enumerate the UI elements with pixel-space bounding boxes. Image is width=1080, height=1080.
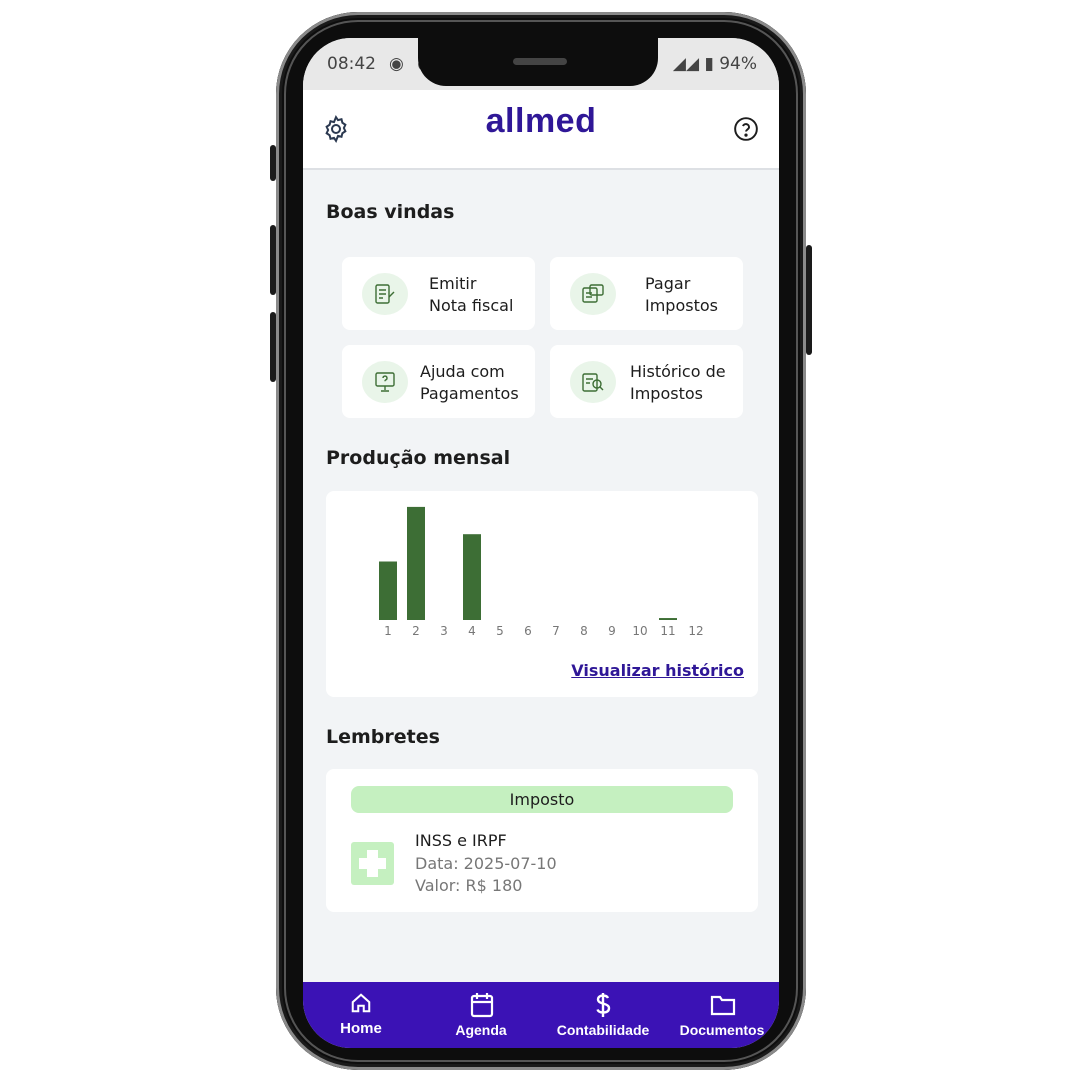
home-icon (351, 993, 371, 1013)
production-bar-chart: 1 2 3 4 5 6 7 8 9 10 11 12 (379, 506, 704, 638)
reminder-value: Valor: R$ 180 (415, 876, 523, 895)
dollar-icon (596, 993, 611, 1017)
invoice-icon (362, 273, 408, 315)
tick-label-12: 12 (688, 624, 703, 638)
tick-label-5: 5 (496, 624, 504, 638)
bar-month-11 (659, 618, 677, 620)
tick-label-4: 4 (468, 624, 476, 638)
nav-home[interactable]: Home (325, 982, 397, 1048)
tick-label-8: 8 (580, 624, 588, 638)
app-logo: allmed (485, 102, 597, 140)
action-label: Ajuda com Pagamentos (420, 362, 519, 403)
bar-month-4 (463, 534, 481, 620)
tick-label-7: 7 (552, 624, 560, 638)
reminder-card[interactable]: Imposto INSS e IRPF Data: 2025-07-10 Val… (326, 769, 758, 912)
app-header: allmed (303, 90, 779, 170)
help-icon[interactable] (733, 116, 759, 142)
tax-history-icon (570, 361, 616, 403)
phone-power-button (806, 245, 812, 355)
screen: 08:42 ◉ ◉ ◢◢ ▮ 94% allmed Boas vindas Em… (303, 38, 779, 1048)
action-label: Histórico de Impostos (630, 362, 726, 403)
status-right-icons: ◢◢ ▮ 94% (672, 54, 757, 74)
phone-side-button (270, 145, 276, 181)
view-history-link[interactable]: Visualizar histórico (571, 661, 744, 680)
action-emitir-nota[interactable]: Emitir Nota fiscal (342, 257, 535, 330)
tick-label-10: 10 (632, 624, 647, 638)
phone-volume-down (270, 312, 276, 382)
bar-month-2 (407, 506, 425, 620)
status-time: 08:42 (327, 54, 376, 74)
reminder-badge: Imposto (351, 786, 733, 813)
folder-icon (710, 995, 736, 1016)
tick-label-6: 6 (524, 624, 532, 638)
reminder-title: INSS e IRPF (415, 831, 507, 850)
reminder-date: Data: 2025-07-10 (415, 854, 557, 873)
action-pagar-impostos[interactable]: Pagar Impostos (550, 257, 743, 330)
bottom-nav: Home Agenda Contabilidade Documentos (303, 982, 779, 1048)
tick-label-1: 1 (384, 624, 392, 638)
camera-notch (418, 38, 658, 86)
calendar-icon (470, 993, 494, 1018)
nav-agenda[interactable]: Agenda (445, 982, 517, 1048)
tick-label-11: 11 (660, 624, 675, 638)
tick-label-3: 3 (440, 624, 448, 638)
reminders-title: Lembretes (326, 726, 440, 748)
tick-label-9: 9 (608, 624, 616, 638)
phone-volume-up (270, 225, 276, 295)
action-ajuda-pagamentos[interactable]: Ajuda com Pagamentos (342, 345, 535, 418)
bar-month-1 (379, 561, 397, 620)
production-title: Produção mensal (326, 447, 511, 469)
action-label: Emitir Nota fiscal (429, 274, 514, 315)
medical-cross-icon (351, 842, 394, 885)
action-historico-impostos[interactable]: Histórico de Impostos (550, 345, 743, 418)
nav-documentos[interactable]: Documentos (679, 982, 765, 1048)
production-chart-card: 1 2 3 4 5 6 7 8 9 10 11 12 Visualizar histórico (326, 491, 758, 697)
tax-payment-icon (570, 273, 616, 315)
welcome-title: Boas vindas (326, 201, 455, 223)
action-label: Pagar Impostos (645, 274, 718, 315)
help-screen-icon (362, 361, 408, 403)
tick-label-2: 2 (412, 624, 420, 638)
nav-contabilidade[interactable]: Contabilidade (553, 982, 653, 1048)
